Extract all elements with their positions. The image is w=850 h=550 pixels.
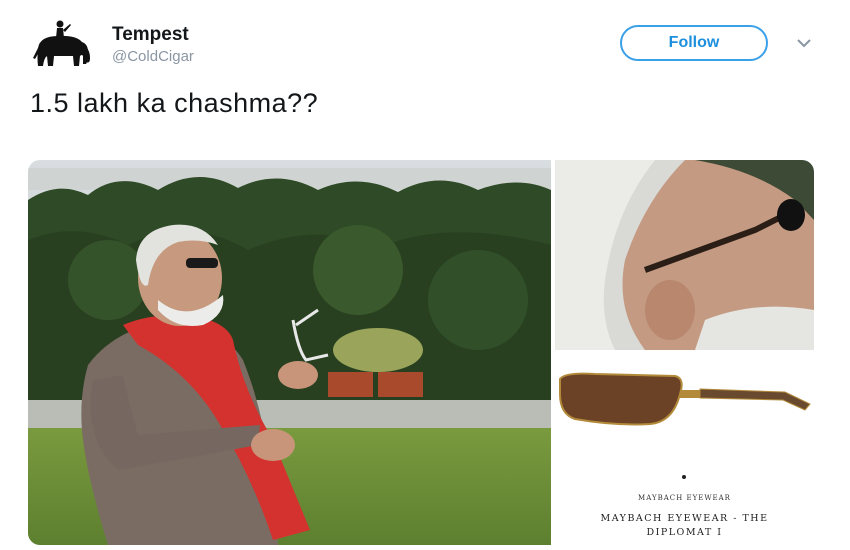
follow-button[interactable]: Follow [620, 25, 768, 61]
user-handle[interactable]: @ColdCigar [112, 48, 194, 65]
media-grid: MAYBACH EYEWEAR MAYBACH EYEWEAR - THE DI… [28, 160, 814, 545]
product-brand-label: MAYBACH EYEWEAR [638, 494, 731, 502]
media-photo-product[interactable]: MAYBACH EYEWEAR MAYBACH EYEWEAR - THE DI… [555, 354, 814, 545]
chevron-down-icon [797, 39, 811, 48]
sunglasses-product-image [559, 372, 811, 426]
elephant-rider-icon [33, 20, 90, 66]
avatar[interactable] [30, 18, 94, 68]
tweet-text: 1.5 lakh ka chashma?? [30, 88, 319, 118]
closeup-sunglasses-photo [555, 160, 814, 350]
man-in-garden-photo [28, 160, 551, 545]
tweet-menu-button[interactable] [795, 36, 813, 50]
carousel-dot [682, 475, 686, 479]
media-photo-main[interactable] [28, 160, 551, 545]
product-title: MAYBACH EYEWEAR - THE DIPLOMAT I [555, 512, 814, 540]
product-title-line-1: MAYBACH EYEWEAR - THE [600, 513, 769, 524]
display-name[interactable]: Tempest [112, 24, 189, 46]
media-photo-closeup[interactable] [555, 160, 814, 350]
product-title-line-2: DIPLOMAT I [646, 527, 723, 538]
